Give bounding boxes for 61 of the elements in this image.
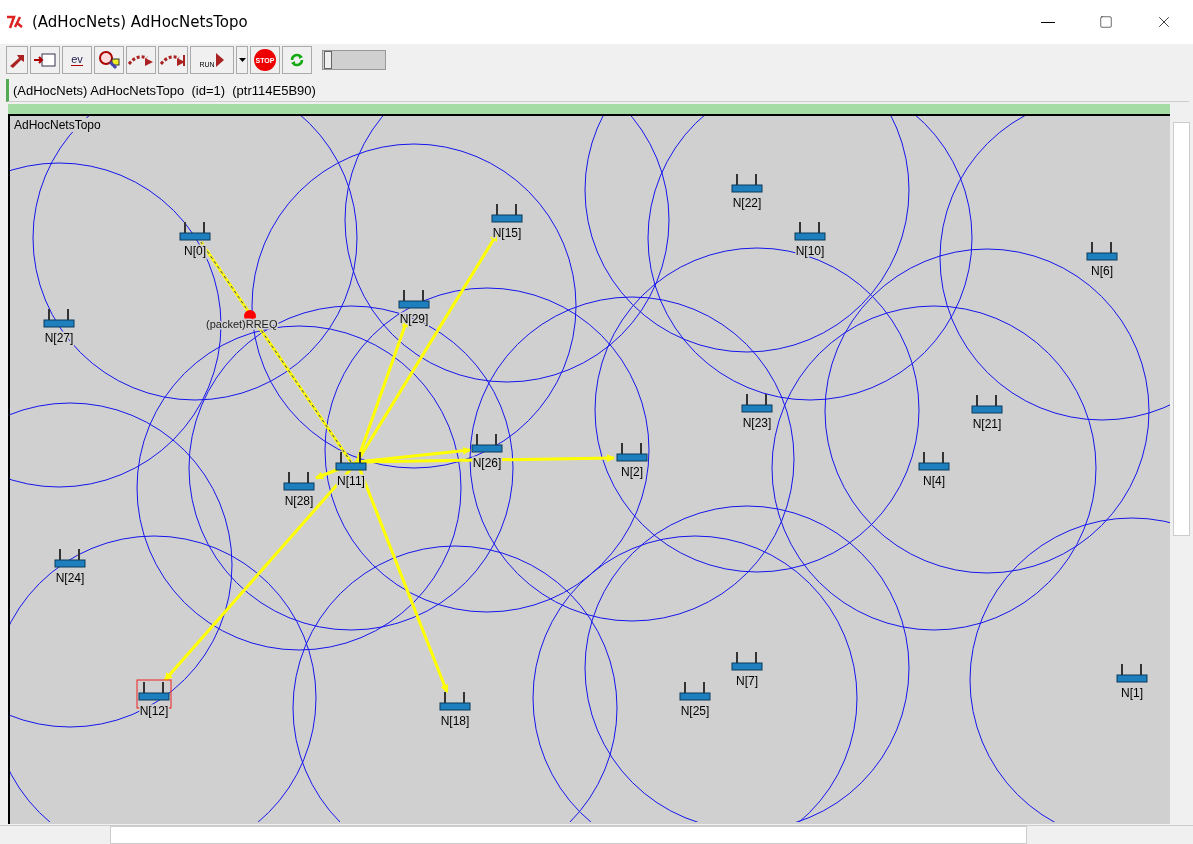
node-label: N[21] [972,417,1002,431]
router-icon[interactable] [439,692,471,711]
router-icon[interactable] [971,395,1003,414]
node-label: N[23] [742,416,772,430]
node-label: N[27] [44,331,74,345]
node-label: N[25] [680,704,710,718]
scroll-thumb[interactable] [110,826,1027,844]
slider-thumb[interactable] [324,51,333,69]
node-label: N[12] [139,704,169,718]
router-icon[interactable] [731,652,763,671]
minimize-icon [1041,21,1055,23]
window-arrow-icon [33,51,57,69]
express-button[interactable] [158,46,188,74]
node-label: N[6] [1091,264,1113,278]
router-icon[interactable] [679,682,711,701]
router-icon[interactable] [43,309,75,328]
router-icon[interactable] [179,222,211,241]
node-label: N[15] [492,226,522,240]
refresh-button[interactable] [282,46,312,74]
speed-slider[interactable] [322,50,386,70]
find-button[interactable] [94,46,124,74]
node-label: N[24] [55,571,85,585]
window-title: (AdHocNets) AdHocNetsTopo [32,13,249,31]
router-icon[interactable] [283,472,315,491]
node-label: N[1] [1121,686,1143,700]
router-icon[interactable] [398,290,430,309]
magnifier-icon [97,49,121,71]
node-label: N[2] [621,465,643,479]
maximize-icon [1099,15,1113,29]
router-icon[interactable] [731,174,763,193]
router-icon[interactable] [616,443,648,462]
horizontal-scrollbar[interactable] [0,825,1193,844]
router-icon[interactable] [491,204,523,223]
router-icon[interactable] [54,549,86,568]
router-icon[interactable] [138,682,170,701]
app-logo-icon [6,15,24,29]
module-path: (AdHocNets) AdHocNetsTopo (id=1) (ptr114E5B90) [13,82,316,98]
node-label: N[28] [284,494,314,508]
node-label: N[22] [732,196,762,210]
scroll-thumb[interactable] [1173,122,1190,536]
router-icon[interactable] [794,222,826,241]
router-icon[interactable] [1086,242,1118,261]
router-icon[interactable] [918,452,950,471]
node-label: N[4] [923,474,945,488]
express-icon [159,52,187,68]
inspect-button[interactable] [30,46,60,74]
router-icon[interactable] [335,452,367,471]
fast-icon [127,52,155,68]
canvas-title: AdHocNetsTopo [14,118,101,132]
events-button[interactable]: ev [62,46,92,74]
step-button[interactable] [6,46,28,74]
caret-icon [238,58,246,62]
node-label: N[10] [795,244,825,258]
dropdown-button[interactable] [236,46,248,74]
router-icon[interactable] [471,434,503,453]
router-icon[interactable] [741,394,773,413]
node-label: N[7] [736,674,758,688]
refresh-icon [288,51,306,69]
node-label: N[18] [440,714,470,728]
fast-button[interactable] [126,46,156,74]
router-icon[interactable] [1116,664,1148,683]
